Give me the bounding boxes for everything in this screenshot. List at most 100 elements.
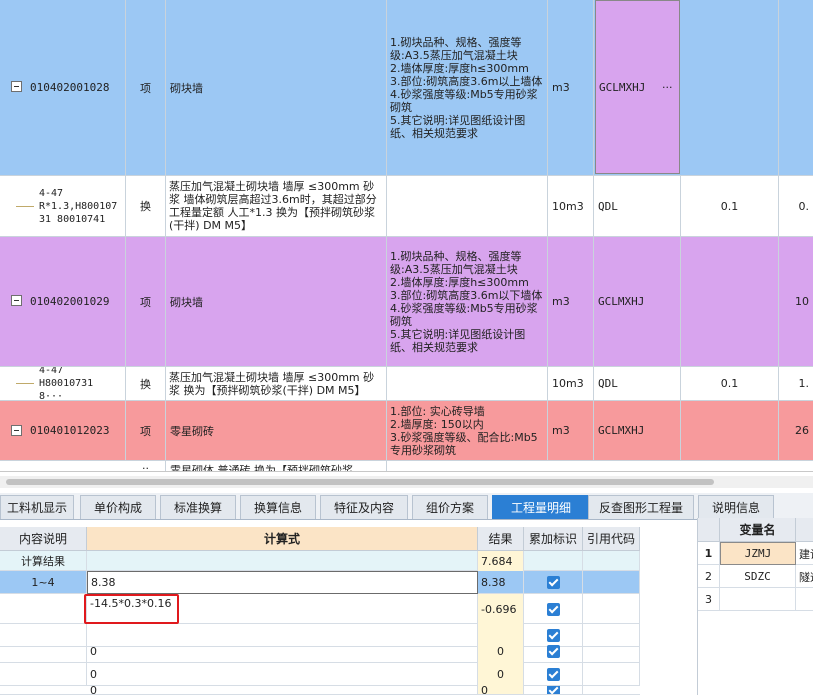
item-name: 零星砌砖 — [166, 401, 387, 460]
tab-quantity-detail[interactable]: 工程量明细 — [492, 495, 590, 519]
collapse-icon[interactable] — [11, 295, 22, 306]
item-last: 0. — [798, 199, 810, 213]
checkbox-checked-icon[interactable] — [546, 645, 560, 658]
item-type: 项 — [126, 401, 166, 460]
item-type: 项 — [126, 0, 166, 175]
tab-unit-price[interactable]: 单价构成 — [80, 495, 156, 519]
checkbox-checked-icon[interactable] — [546, 576, 560, 589]
row-result: 0 — [478, 663, 524, 686]
row-result: 0 — [478, 686, 524, 694]
item-qty — [681, 401, 779, 460]
row-ref — [583, 594, 640, 624]
col-header-formula[interactable]: 计算式 — [87, 527, 478, 551]
col-header-ref[interactable]: 引用代码 — [583, 527, 640, 551]
table-row[interactable]: 1~4 8.38 8.38 — [0, 571, 640, 594]
col-header-var-desc[interactable] — [796, 518, 813, 542]
item-code: 4-47 H80010731 8··· — [36, 367, 126, 400]
table-row[interactable]: 0 0 — [0, 686, 640, 695]
item-features — [387, 176, 548, 236]
row-flag[interactable] — [524, 594, 583, 624]
table-row[interactable]: 计算结果 7.684 — [0, 551, 640, 571]
row-ref — [583, 640, 640, 663]
row-flag[interactable] — [524, 686, 583, 694]
item-code: 010402001029 — [26, 237, 126, 366]
item-qty — [681, 0, 779, 175]
row-desc: 1~4 — [0, 571, 87, 594]
table-row[interactable]: 0 0 — [0, 663, 640, 686]
row-flag[interactable] — [524, 640, 583, 663]
tab-labor-material[interactable]: 工料机显示 — [0, 495, 74, 519]
table-row[interactable]: 0 0 — [0, 640, 640, 663]
item-expr: QDL — [594, 367, 681, 400]
col-header-result[interactable]: 结果 — [478, 527, 524, 551]
detail-tabs: 工料机显示 单价构成 标准换算 换算信息 特征及内容 组价方案 工程量明细 反查… — [0, 493, 813, 520]
row-num: 3 — [698, 588, 720, 611]
item-type: 换 — [126, 367, 166, 400]
row-formula[interactable] — [87, 551, 478, 571]
checkbox-checked-icon[interactable] — [546, 602, 560, 616]
row-flag[interactable] — [524, 571, 583, 594]
var-name[interactable] — [720, 588, 796, 611]
table-row[interactable]: 2 SDZC 隧道 — [698, 565, 813, 588]
item-unit: 10m3 — [548, 176, 594, 236]
table-row[interactable]: ·· 零星砌体 普通砖 换为【预拌砌筑砂浆 — [0, 461, 813, 471]
bill-items-grid[interactable]: 010402001028 项 砌块墙 1.砌块品种、规格、强度等级:A3.5蒸压… — [0, 0, 813, 472]
var-desc: 建设 — [799, 547, 813, 561]
col-header-flag[interactable]: 累加标识 — [524, 527, 583, 551]
item-qty — [681, 237, 779, 366]
row-formula-input[interactable]: 8.38 — [87, 571, 478, 594]
table-row[interactable]: 1 JZMJ 建设 — [698, 542, 813, 565]
var-name[interactable]: JZMJ — [720, 542, 796, 565]
row-ref — [583, 663, 640, 686]
row-flag[interactable] — [524, 663, 583, 686]
col-header-var-name[interactable]: 变量名 — [720, 518, 796, 542]
var-desc: 隧道 — [799, 570, 813, 584]
item-name: 蒸压加气混凝土砌块墙 墙厚 ≤300mm 砂浆 墙体砌筑层高超过3.6m时，其超… — [166, 176, 387, 236]
item-name: 蒸压加气混凝土砌块墙 墙厚 ≤300mm 砂浆 换为【预拌砌筑砂浆(干拌) DM… — [166, 367, 387, 400]
item-unit: m3 — [548, 0, 594, 175]
tab-reverse-lookup[interactable]: 反查图形工程量 — [588, 495, 694, 519]
table-row[interactable]: 010401012023 项 零星砌砖 1.部位: 实心砖导墙 2.墙厚度: 1… — [0, 401, 813, 461]
table-row[interactable]: 010402001029 项 砌块墙 1.砌块品种、规格、强度等级:A3.5蒸压… — [0, 237, 813, 367]
row-flag — [524, 551, 583, 571]
item-type: 换 — [126, 176, 166, 236]
tab-pricing-scheme[interactable]: 组价方案 — [412, 495, 488, 519]
table-row[interactable]: 010402001028 项 砌块墙 1.砌块品种、规格、强度等级:A3.5蒸压… — [0, 0, 813, 176]
row-formula[interactable]: 0 — [87, 663, 478, 686]
row-result: 7.684 — [478, 551, 524, 571]
row-formula[interactable]: 0 — [87, 686, 478, 694]
row-ref — [583, 571, 640, 594]
var-name[interactable]: SDZC — [720, 565, 796, 588]
item-expr: GCLMXHJ — [599, 81, 646, 94]
table-row[interactable]: 3 — [698, 588, 813, 611]
row-result: -0.696 — [478, 594, 524, 624]
checkbox-checked-icon[interactable] — [546, 686, 560, 694]
row-formula[interactable]: 0 — [87, 640, 478, 663]
item-type: 项 — [126, 237, 166, 366]
collapse-icon[interactable] — [11, 425, 22, 436]
tab-features[interactable]: 特征及内容 — [320, 495, 408, 519]
col-header-desc[interactable]: 内容说明 — [0, 527, 87, 551]
scrollbar-thumb[interactable] — [6, 479, 714, 485]
item-name: 砌块墙 — [166, 237, 387, 366]
tab-standard-conversion[interactable]: 标准换算 — [160, 495, 236, 519]
collapse-icon[interactable] — [11, 81, 22, 92]
item-name: 零星砌体 普通砖 换为【预拌砌筑砂浆 — [166, 461, 387, 471]
tree-guide-branch — [16, 383, 34, 384]
tab-notes[interactable]: 说明信息 — [698, 495, 774, 519]
table-row[interactable]: 4-47 R*1.3,H800107 31 80010741 换 蒸压加气混凝土… — [0, 176, 813, 237]
row-num: 1 — [698, 542, 720, 565]
variables-panel[interactable]: 变量名 1 JZMJ 建设 2 SDZC 隧道 3 — [697, 518, 813, 695]
tree-guide-branch — [16, 206, 34, 207]
item-expr: QDL — [594, 176, 681, 236]
horizontal-scrollbar[interactable] — [0, 476, 813, 488]
row-desc — [0, 663, 87, 686]
row-desc — [0, 640, 87, 663]
checkbox-checked-icon[interactable] — [546, 668, 560, 681]
highlight-annotation — [84, 594, 179, 624]
item-code: 4-47 R*1.3,H800107 31 80010741 — [36, 176, 126, 236]
expr-ellipsis-button[interactable]: ··· — [658, 0, 680, 175]
table-row[interactable]: 4-47 H80010731 8··· 换 蒸压加气混凝土砌块墙 墙厚 ≤300… — [0, 367, 813, 401]
tab-conversion-info[interactable]: 换算信息 — [240, 495, 316, 519]
item-expr: GCLMXHJ — [594, 237, 681, 366]
